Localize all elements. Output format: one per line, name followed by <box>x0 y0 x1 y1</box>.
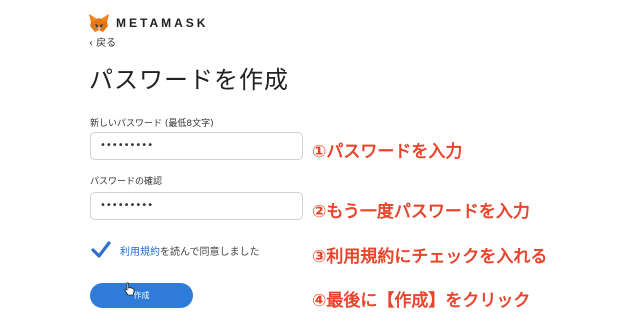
fox-icon <box>89 14 109 32</box>
new-password-input[interactable]: ••••••••• <box>90 132 303 160</box>
confirm-password-input[interactable]: ••••••••• <box>90 192 303 220</box>
page-title: パスワードを作成 <box>89 66 289 94</box>
new-password-label: 新しいパスワード (最低8文字) <box>90 119 214 129</box>
hand-cursor-icon <box>124 282 135 296</box>
logo-wordmark: METAMASK <box>116 16 209 30</box>
terms-text: 利用規約を読んで同意しました <box>120 243 260 258</box>
annotation-step-2: ②もう一度パスワードを入力 <box>312 202 530 222</box>
annotation-step-3: ③利用規約にチェックを入れる <box>312 247 548 267</box>
annotation-step-4: ④最後に【作成】をクリック <box>312 291 531 311</box>
annotation-step-1: ①パスワードを入力 <box>312 142 463 162</box>
confirm-password-label: パスワードの確認 <box>90 177 163 187</box>
create-button[interactable]: 作成 <box>90 283 193 308</box>
terms-link[interactable]: 利用規約 <box>120 247 160 258</box>
metamask-logo: METAMASK <box>88 12 208 34</box>
terms-checkbox[interactable] <box>91 240 111 260</box>
terms-agree-text: を読んで同意しました <box>160 247 260 258</box>
back-link[interactable]: ‹ 戻る <box>89 34 116 49</box>
